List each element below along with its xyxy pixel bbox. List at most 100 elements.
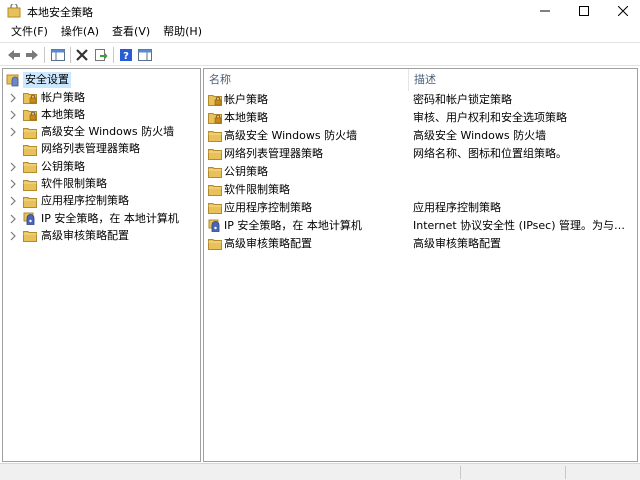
close-button[interactable] xyxy=(600,0,640,22)
folder-icon xyxy=(23,229,37,243)
tree-item[interactable]: 公钥策略 xyxy=(8,158,85,175)
toolbar-separator xyxy=(70,47,71,63)
tree-item-label: 高级安全 Windows 防火墙 xyxy=(41,125,175,139)
folder-lock-icon xyxy=(23,108,37,122)
menu-action[interactable]: 操作(A) xyxy=(56,22,104,42)
tree-item[interactable]: 帐户策略 xyxy=(8,89,85,106)
toolbar-separator xyxy=(44,47,45,63)
menu-view[interactable]: 查看(V) xyxy=(107,22,155,42)
security-settings-icon xyxy=(6,73,20,87)
folder-icon xyxy=(208,237,222,250)
list-item[interactable]: IP 安全策略，在 本地计算机 Internet 协议安全性 (IPsec) 管理… xyxy=(204,217,637,235)
tree-item-label: IP 安全策略，在 本地计算机 xyxy=(41,211,179,225)
list-item[interactable]: 帐户策略 密码和帐户锁定策略 xyxy=(204,91,637,109)
tree-item[interactable]: 软件限制策略 xyxy=(8,176,107,193)
tree-item[interactable]: 网络列表管理器策略 xyxy=(8,141,140,158)
tree-item-label: 应用程序控制策略 xyxy=(41,194,129,208)
chevron-right-icon[interactable] xyxy=(8,127,18,137)
toolbar: ? xyxy=(0,42,640,66)
chevron-right-icon[interactable] xyxy=(8,214,18,224)
chevron-right-icon[interactable] xyxy=(8,93,18,103)
show-hide-tree-button[interactable] xyxy=(49,46,67,64)
show-hide-tree-icon xyxy=(51,49,65,61)
list-item-name: 公钥策略 xyxy=(224,165,268,178)
tree-item[interactable]: 高级审核策略配置 xyxy=(8,227,129,244)
list-item-name: 本地策略 xyxy=(224,111,268,124)
list-item-description: 应用程序控制策略 xyxy=(413,201,501,214)
tree-root-label: 安全设置 xyxy=(23,72,71,88)
list-item-name: 帐户策略 xyxy=(224,93,268,106)
list-item-name: 应用程序控制策略 xyxy=(224,201,312,214)
toolbar-separator xyxy=(113,47,114,63)
list-item[interactable]: 应用程序控制策略 应用程序控制策略 xyxy=(204,199,637,217)
list-item-name: 软件限制策略 xyxy=(224,183,290,196)
action-pane-icon xyxy=(138,49,152,61)
tree-item[interactable]: 高级安全 Windows 防火墙 xyxy=(8,124,174,141)
list-item-name: 高级安全 Windows 防火墙 xyxy=(224,129,358,142)
tree-root-item[interactable]: 安全设置 xyxy=(6,72,71,88)
tree-item-label: 帐户策略 xyxy=(41,90,85,104)
forward-button[interactable] xyxy=(23,46,41,64)
tree-item-label: 软件限制策略 xyxy=(41,177,107,190)
chevron-right-icon[interactable] xyxy=(8,231,18,241)
tree-pane: 安全设置 帐户策略本地策略高级安全 Windows 防火墙 网络列表管理器策略 公钥… xyxy=(2,68,201,462)
tree-item-label: 公钥策略 xyxy=(41,159,85,173)
folder-icon xyxy=(208,147,222,160)
list-item[interactable]: 网络列表管理器策略 网络名称、图标和位置组策略。 xyxy=(204,145,637,163)
chevron-right-icon[interactable] xyxy=(8,196,18,206)
chevron-right-icon xyxy=(8,144,18,154)
chevron-right-icon[interactable] xyxy=(8,162,18,172)
action-pane-button[interactable] xyxy=(136,46,154,64)
export-list-icon xyxy=(95,49,108,61)
list-item-description: 审核、用户权利和安全选项策略 xyxy=(413,111,567,124)
folder-lock-icon xyxy=(23,91,37,104)
folder-icon xyxy=(23,178,37,191)
list-item-description: 高级审核策略配置 xyxy=(413,237,501,250)
list-item[interactable]: 公钥策略 xyxy=(204,163,637,181)
folder-lock-icon xyxy=(208,111,222,124)
forward-arrow-icon xyxy=(26,50,38,60)
delete-icon xyxy=(76,49,88,61)
list-item[interactable]: 高级审核策略配置 高级审核策略配置 xyxy=(204,235,637,253)
menu-help[interactable]: 帮助(H) xyxy=(158,22,207,42)
ip-security-icon xyxy=(23,212,37,225)
chevron-right-icon[interactable] xyxy=(8,110,18,120)
column-header-name[interactable]: 名称 xyxy=(204,69,408,91)
back-button[interactable] xyxy=(5,46,23,64)
list-item-description: 网络名称、图标和位置组策略。 xyxy=(413,147,567,160)
close-icon xyxy=(618,6,628,16)
help-button[interactable]: ? xyxy=(117,46,135,64)
help-icon: ? xyxy=(120,49,132,62)
folder-icon xyxy=(23,195,37,208)
list-item[interactable]: 高级安全 Windows 防火墙 高级安全 Windows 防火墙 xyxy=(204,127,637,145)
folder-icon xyxy=(208,201,222,214)
tree-item[interactable]: 本地策略 xyxy=(8,106,85,123)
menu-file[interactable]: 文件(F) xyxy=(6,22,53,42)
folder-icon xyxy=(23,126,37,139)
list-item-description: 高级安全 Windows 防火墙 xyxy=(413,129,547,142)
svg-text:?: ? xyxy=(123,51,129,62)
tree-item-label: 网络列表管理器策略 xyxy=(41,142,140,156)
status-separator xyxy=(565,466,566,479)
list-item-name: 高级审核策略配置 xyxy=(224,237,312,250)
folder-icon xyxy=(23,160,37,174)
list-item-description: Internet 协议安全性 (IPsec) 管理。为与别的... xyxy=(413,219,635,232)
list-item[interactable]: 本地策略 审核、用户权利和安全选项策略 xyxy=(204,109,637,127)
list-item-name: IP 安全策略，在 本地计算机 xyxy=(224,219,362,232)
list-item[interactable]: 软件限制策略 xyxy=(204,181,637,199)
folder-icon xyxy=(208,165,222,178)
folder-icon xyxy=(23,143,37,156)
window-title: 本地安全策略 xyxy=(27,6,93,19)
tree-item[interactable]: 应用程序控制策略 xyxy=(8,193,129,210)
folder-icon xyxy=(208,183,222,196)
list-item-description: 密码和帐户锁定策略 xyxy=(413,93,512,106)
delete-button[interactable] xyxy=(73,46,91,64)
tree-item-label: 本地策略 xyxy=(41,107,85,121)
tree-item[interactable]: IP 安全策略，在 本地计算机 xyxy=(8,210,179,227)
minimize-icon xyxy=(540,10,550,12)
export-list-button[interactable] xyxy=(92,46,110,64)
menu-bar: 文件(F) 操作(A) 查看(V) 帮助(H) xyxy=(0,22,640,42)
chevron-right-icon[interactable] xyxy=(8,179,18,189)
ip-security-icon xyxy=(208,219,222,232)
column-header-description[interactable]: 描述 xyxy=(408,69,637,91)
